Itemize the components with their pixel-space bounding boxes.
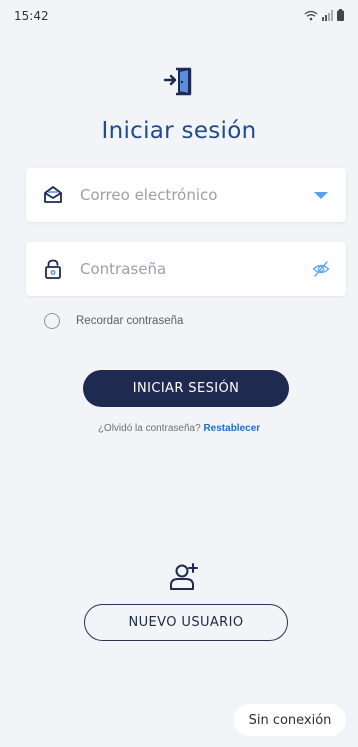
offline-status-button[interactable]: Sin conexión bbox=[234, 704, 346, 736]
reset-password-link[interactable]: Restablecer bbox=[203, 423, 260, 434]
status-icons bbox=[304, 9, 344, 21]
add-user-icon bbox=[168, 560, 202, 594]
wifi-icon bbox=[304, 10, 318, 21]
status-time: 15:42 bbox=[14, 9, 49, 23]
lock-icon bbox=[43, 259, 63, 279]
page-title: Iniciar sesión bbox=[101, 118, 257, 144]
status-bar: 15:42 bbox=[0, 0, 358, 30]
new-user-button[interactable]: NUEVO USUARIO bbox=[84, 604, 288, 641]
remember-password-radio[interactable] bbox=[44, 313, 60, 329]
eye-off-icon[interactable] bbox=[312, 260, 330, 278]
remember-password-label: Recordar contraseña bbox=[76, 315, 184, 327]
dropdown-caret-icon[interactable] bbox=[312, 186, 330, 204]
forgot-password-row: ¿Olvidó la contraseña? Restablecer bbox=[0, 423, 358, 434]
password-field[interactable] bbox=[26, 242, 346, 296]
forgot-password-text: ¿Olvidó la contraseña? bbox=[97, 423, 201, 434]
login-door-icon bbox=[163, 64, 197, 98]
password-input[interactable] bbox=[80, 242, 290, 296]
battery-icon bbox=[337, 9, 344, 21]
envelope-icon bbox=[43, 185, 63, 205]
login-button[interactable]: INICIAR SESIÓN bbox=[83, 370, 289, 407]
signal-icon bbox=[322, 9, 333, 21]
email-field[interactable] bbox=[26, 168, 346, 222]
email-input[interactable] bbox=[80, 168, 290, 222]
remember-password-row[interactable]: Recordar contraseña bbox=[44, 313, 183, 329]
